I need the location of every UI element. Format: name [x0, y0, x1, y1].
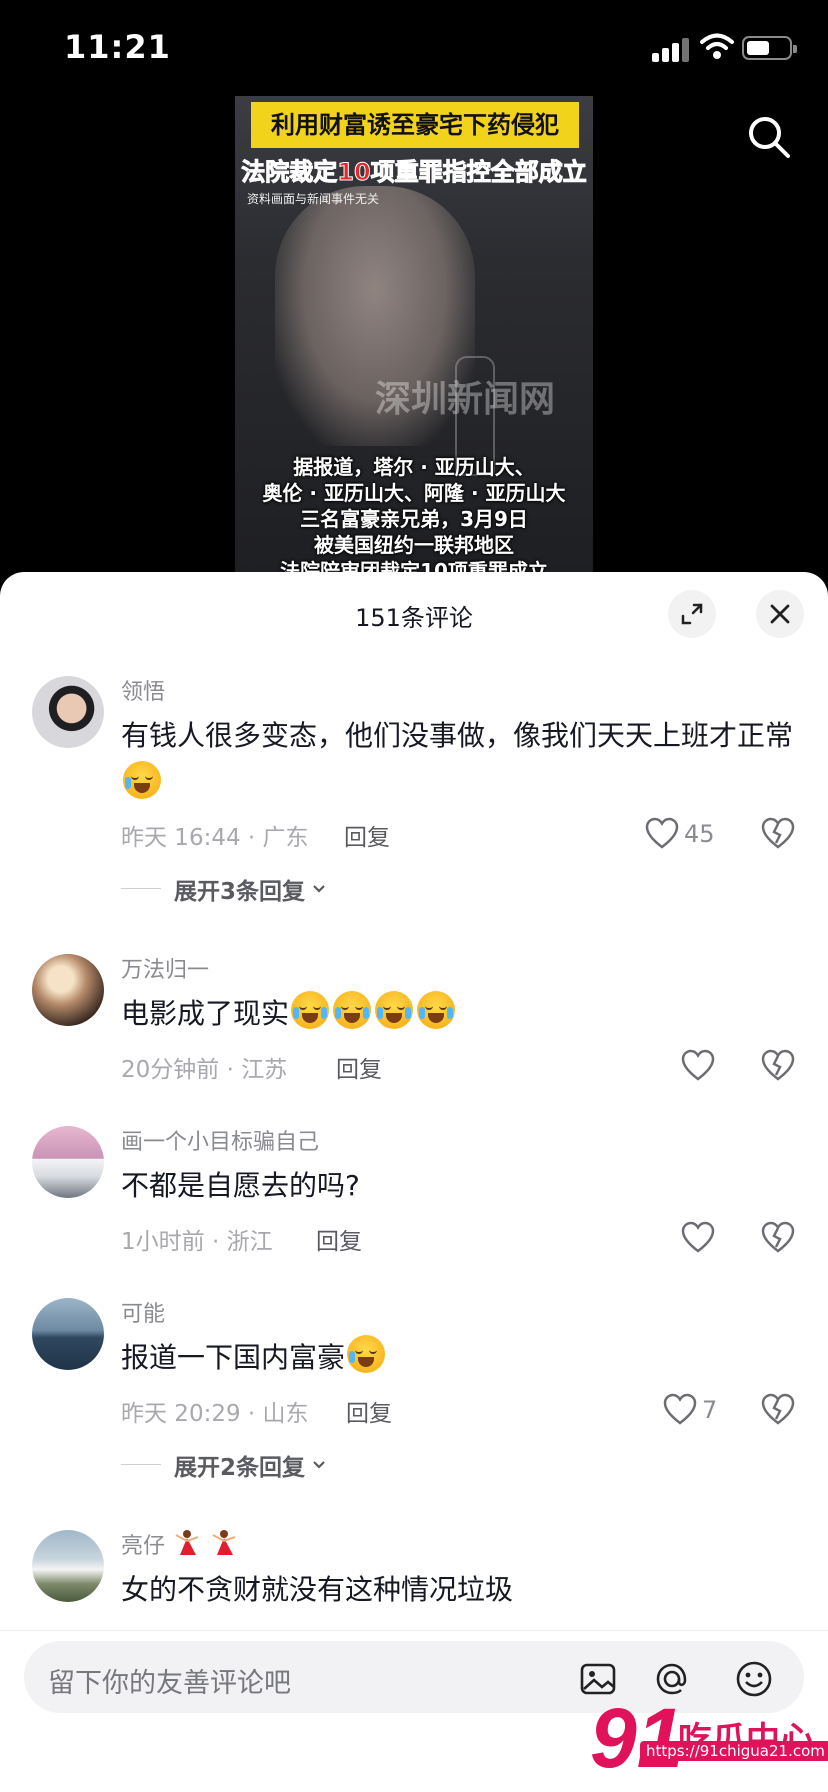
reply-button[interactable]: 回复 — [346, 1394, 392, 1428]
comment-text-content: 有钱人很多变态，他们没事做，像我们天天上班才正常 — [121, 719, 794, 752]
avatar[interactable] — [32, 1298, 104, 1370]
cellular-signal-icon — [652, 36, 690, 62]
svg-text:91: 91 — [590, 1693, 683, 1785]
laugh-cry-emoji-icon — [333, 991, 372, 1029]
comment-text-content: 报道一下国内富豪 — [121, 1341, 346, 1374]
heart-icon[interactable] — [680, 1220, 716, 1256]
chevron-down-icon — [313, 1461, 325, 1469]
comment-input-bar: 留下你的友善评论吧 91 吃瓜中心 — [0, 1630, 828, 1792]
like-button[interactable]: 45 — [644, 816, 715, 852]
flamenco-dancer-icon — [212, 1530, 236, 1555]
expand-replies-button[interactable]: 展开3条回复 — [174, 872, 329, 906]
dislike-icon[interactable] — [760, 816, 796, 852]
battery-icon — [742, 36, 797, 60]
heart-icon[interactable] — [680, 1048, 716, 1084]
video-caption: 据报道，塔尔 · 亚历山大、 奥伦 · 亚历山大、阿隆 · 亚历山大 三名富豪亲… — [235, 454, 593, 574]
comment-meta: 昨天 20:29 · 山东 — [121, 1401, 309, 1427]
dislike-icon[interactable] — [760, 1392, 796, 1428]
comment-username-text: 亮仔 — [121, 1534, 166, 1559]
close-icon — [770, 604, 790, 624]
avatar[interactable] — [32, 1530, 104, 1602]
comment-username[interactable]: 可能 — [121, 1296, 165, 1328]
video-player[interactable]: 利用财富诱至豪宅下药侵犯 法院裁定10项重罪指控全部成立 资料画面与新闻事件无关… — [235, 96, 593, 574]
comment-username[interactable]: 万法归一 — [121, 952, 209, 984]
laugh-cry-emoji-icon — [291, 991, 330, 1029]
caption-line: 被美国纽约一联邦地区 — [314, 533, 514, 557]
video-disclaimer: 资料画面与新闻事件无关 — [247, 192, 380, 206]
comment-text: 有钱人很多变态，他们没事做，像我们天天上班才正常 — [121, 712, 801, 808]
flamenco-dancer-icon — [175, 1530, 199, 1555]
avatar[interactable] — [32, 1126, 104, 1198]
comment-text-content: 电影成了现实 — [121, 997, 290, 1030]
avatar[interactable] — [32, 676, 104, 748]
caption-line: 三名富豪亲兄弟，3月9日 — [300, 507, 528, 531]
caption-line: 据报道，塔尔 · 亚历山大、 — [293, 455, 535, 479]
expand-replies-button[interactable]: 展开2条回复 — [174, 1448, 329, 1482]
comment-text: 报道一下国内富豪 — [121, 1334, 801, 1382]
divider — [121, 1464, 161, 1465]
laugh-cry-emoji-icon — [123, 761, 161, 799]
like-button[interactable]: 7 — [662, 1392, 717, 1428]
heart-icon — [645, 817, 679, 849]
expand-replies-label: 展开2条回复 — [174, 1455, 306, 1481]
comments-sheet: 151条评论 领悟 有钱人很多变态，他们没事做，像我们天天上班才正常 昨天 16… — [0, 572, 828, 1792]
laugh-cry-emoji-icon — [417, 991, 456, 1029]
comment-text: 不都是自愿去的吗? — [121, 1169, 360, 1202]
chevron-down-icon — [313, 885, 325, 893]
like-count: 45 — [684, 820, 715, 848]
comment-meta: 1小时前 · 浙江 — [121, 1229, 273, 1255]
dislike-icon[interactable] — [760, 1048, 796, 1084]
avatar[interactable] — [32, 954, 104, 1026]
status-time: 11:21 — [64, 28, 171, 66]
video-watermark: 深圳新闻网 — [375, 379, 556, 420]
like-count: 7 — [702, 1396, 718, 1424]
comment-meta: 昨天 16:44 · 广东 — [121, 825, 309, 851]
expand-sheet-button[interactable] — [668, 590, 716, 638]
close-sheet-button[interactable] — [756, 590, 804, 638]
video-headline-1: 利用财富诱至豪宅下药侵犯 — [251, 102, 579, 148]
caption-line: 奥伦 · 亚历山大、阿隆 · 亚历山大 — [262, 481, 566, 505]
reply-button[interactable]: 回复 — [316, 1222, 362, 1256]
comment-meta: 20分钟前 · 江苏 — [121, 1057, 288, 1083]
comment-username[interactable]: 领悟 — [121, 674, 165, 706]
expand-icon — [681, 603, 703, 625]
reply-button[interactable]: 回复 — [336, 1050, 382, 1084]
comment-text: 女的不贪财就没有这种情况垃圾 — [121, 1573, 514, 1606]
dislike-icon[interactable] — [760, 1220, 796, 1256]
expand-replies-label: 展开3条回复 — [174, 879, 306, 905]
heart-icon — [663, 1393, 697, 1425]
comment-username[interactable]: 画一个小目标骗自己 — [121, 1124, 319, 1156]
search-icon[interactable] — [744, 112, 794, 162]
comment-input-placeholder: 留下你的友善评论吧 — [48, 1668, 291, 1699]
laugh-cry-emoji-icon — [375, 991, 414, 1029]
wifi-icon — [700, 33, 734, 59]
site-watermark-url: https://91chigua21.com — [640, 1741, 828, 1761]
reply-button[interactable]: 回复 — [344, 818, 390, 852]
laugh-cry-emoji-icon — [347, 1335, 386, 1373]
status-bar: 11:21 — [0, 0, 828, 96]
divider — [121, 888, 161, 889]
video-headline-2: 法院裁定10项重罪指控全部成立 — [241, 158, 587, 187]
comment-text: 电影成了现实 — [121, 990, 801, 1038]
comment-username[interactable]: 亮仔 — [121, 1528, 239, 1560]
